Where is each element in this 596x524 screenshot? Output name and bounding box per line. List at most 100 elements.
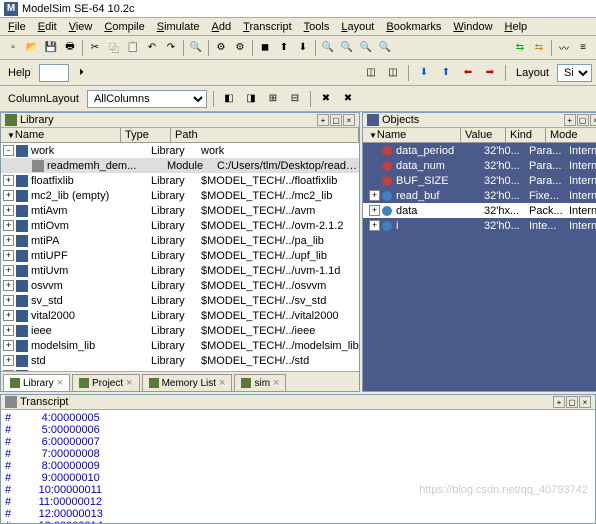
col-btn4-icon[interactable]: ⊟ bbox=[286, 90, 304, 108]
columnlayout-select[interactable]: AllColumns bbox=[87, 90, 207, 108]
tree-toggle-icon[interactable]: + bbox=[369, 190, 380, 201]
tree-toggle-icon[interactable]: + bbox=[3, 265, 14, 276]
cut-icon[interactable]: ✂ bbox=[86, 39, 104, 57]
zoom4-icon[interactable]: 🔍 bbox=[376, 39, 394, 57]
undo-icon[interactable]: ↶ bbox=[143, 39, 161, 57]
menu-view[interactable]: View bbox=[63, 20, 99, 34]
wave-icon[interactable]: 〰 bbox=[555, 39, 573, 57]
menu-help[interactable]: Help bbox=[499, 20, 534, 34]
library-row[interactable]: +sv_stdLibrary$MODEL_TECH/../sv_std bbox=[1, 293, 359, 308]
zoom2-icon[interactable]: 🔍 bbox=[338, 39, 356, 57]
library-row[interactable]: +ieeeLibrary$MODEL_TECH/../ieee bbox=[1, 323, 359, 338]
new-icon[interactable]: ▫ bbox=[4, 39, 22, 57]
trans-dock-icon[interactable]: + bbox=[553, 396, 565, 408]
tree-toggle-icon[interactable]: + bbox=[3, 280, 14, 291]
library-row[interactable]: +osvvmLibrary$MODEL_TECH/../osvvm bbox=[1, 278, 359, 293]
tree-toggle-icon[interactable]: + bbox=[3, 250, 14, 261]
objects-col-kind[interactable]: Kind bbox=[506, 128, 546, 142]
obj-close-icon[interactable]: × bbox=[590, 114, 596, 126]
zoom3-icon[interactable]: 🔍 bbox=[357, 39, 375, 57]
library-row[interactable]: -workLibrarywork bbox=[1, 143, 359, 158]
object-row[interactable]: data_num32'h0...Para...Internal bbox=[363, 158, 596, 173]
help-go-icon[interactable]: 🞂 bbox=[73, 64, 91, 82]
objects-col-value[interactable]: Value bbox=[461, 128, 506, 142]
object-row[interactable]: +read_buf32'h0...Fixe...Internal bbox=[363, 188, 596, 203]
library-row[interactable]: +stdLibrary$MODEL_TECH/../std bbox=[1, 353, 359, 368]
pane-max-icon[interactable]: ▢ bbox=[330, 114, 342, 126]
layout-select[interactable]: Simu bbox=[557, 64, 592, 82]
find-icon[interactable]: 🔍 bbox=[187, 39, 205, 57]
menu-edit[interactable]: Edit bbox=[32, 20, 63, 34]
objects-body[interactable]: data_period32'h0...Para...Internaldata_n… bbox=[363, 143, 596, 391]
library-body[interactable]: -workLibraryworkreadmemh_dem...ModuleC:/… bbox=[1, 143, 359, 371]
pane-dock-icon[interactable]: + bbox=[317, 114, 329, 126]
step-up-icon[interactable]: ⬆ bbox=[437, 64, 455, 82]
menu-transcript[interactable]: Transcript bbox=[237, 20, 298, 34]
library-row[interactable]: +mtiUPFLibrary$MODEL_TECH/../upf_lib bbox=[1, 248, 359, 263]
compile-icon[interactable]: ⚙ bbox=[212, 39, 230, 57]
col-btn2-icon[interactable]: ◨ bbox=[242, 90, 260, 108]
library-row[interactable]: +modelsim_libLibrary$MODEL_TECH/../model… bbox=[1, 338, 359, 353]
tree-toggle-icon[interactable]: + bbox=[369, 205, 380, 216]
transcript-body[interactable]: # 4:00000005# 5:00000006# 6:00000007# 7:… bbox=[1, 410, 595, 523]
tab-memory-list[interactable]: Memory List × bbox=[142, 374, 233, 391]
up-icon[interactable]: ⬆ bbox=[275, 39, 293, 57]
col-btn1-icon[interactable]: ◧ bbox=[220, 90, 238, 108]
down-icon[interactable]: ⬇ bbox=[294, 39, 312, 57]
menu-simulate[interactable]: Simulate bbox=[151, 20, 206, 34]
trans-close-icon[interactable]: × bbox=[579, 396, 591, 408]
objects-col-mode[interactable]: Mode bbox=[546, 128, 596, 142]
library-row[interactable]: +mtiOvmLibrary$MODEL_TECH/../ovm-2.1.2 bbox=[1, 218, 359, 233]
nav2-icon[interactable]: ⇆ bbox=[530, 39, 548, 57]
object-row[interactable]: +data32'hx...Pack...Internal bbox=[363, 203, 596, 218]
library-row[interactable]: +floatfixlibLibrary$MODEL_TECH/../floatf… bbox=[1, 173, 359, 188]
tree-toggle-icon[interactable]: + bbox=[3, 175, 14, 186]
menu-layout[interactable]: Layout bbox=[335, 20, 380, 34]
tree-toggle-icon[interactable]: + bbox=[3, 310, 14, 321]
col-btn5-icon[interactable]: ✖ bbox=[317, 90, 335, 108]
menu-tools[interactable]: Tools bbox=[298, 20, 336, 34]
step-down-icon[interactable]: ⬇ bbox=[415, 64, 433, 82]
objects-col-name[interactable]: ▼Name bbox=[363, 128, 461, 142]
tree-toggle-icon[interactable]: + bbox=[3, 355, 14, 366]
tree-toggle-icon[interactable]: + bbox=[3, 205, 14, 216]
library-row[interactable]: readmemh_dem...ModuleC:/Users/tlm/Deskto… bbox=[1, 158, 359, 173]
tab-project[interactable]: Project × bbox=[72, 374, 140, 391]
object-row[interactable]: +i32'h0...Inte...Internal bbox=[363, 218, 596, 233]
library-row[interactable]: +mtiAvmLibrary$MODEL_TECH/../avm bbox=[1, 203, 359, 218]
copy-icon[interactable]: ⿻ bbox=[105, 39, 123, 57]
menu-add[interactable]: Add bbox=[206, 20, 238, 34]
filter1-icon[interactable]: ◫ bbox=[362, 64, 380, 82]
menu-file[interactable]: File bbox=[2, 20, 32, 34]
redo-icon[interactable]: ↷ bbox=[162, 39, 180, 57]
tree-toggle-icon[interactable]: + bbox=[3, 295, 14, 306]
obj-dock-icon[interactable]: + bbox=[564, 114, 576, 126]
tree-toggle-icon[interactable]: + bbox=[3, 340, 14, 351]
tree-toggle-icon[interactable]: + bbox=[3, 220, 14, 231]
menu-compile[interactable]: Compile bbox=[98, 20, 150, 34]
tree-toggle-icon[interactable]: - bbox=[3, 145, 14, 156]
library-row[interactable]: +mc2_lib (empty)Library$MODEL_TECH/../mc… bbox=[1, 188, 359, 203]
print-icon[interactable]: 🖶 bbox=[61, 39, 79, 57]
obj-max-icon[interactable]: ▢ bbox=[577, 114, 589, 126]
library-row[interactable]: +mtiUvmLibrary$MODEL_TECH/../uvm-1.1d bbox=[1, 263, 359, 278]
paste-icon[interactable]: 📋 bbox=[124, 39, 142, 57]
step-right-icon[interactable]: ➡ bbox=[481, 64, 499, 82]
pane-close-icon[interactable]: × bbox=[343, 114, 355, 126]
compile-all-icon[interactable]: ⚙ bbox=[231, 39, 249, 57]
tab-sim[interactable]: sim × bbox=[234, 374, 286, 391]
help-input[interactable] bbox=[39, 64, 69, 82]
nav1-icon[interactable]: ⇆ bbox=[511, 39, 529, 57]
stop-icon[interactable]: ◼ bbox=[256, 39, 274, 57]
trans-max-icon[interactable]: ▢ bbox=[566, 396, 578, 408]
object-row[interactable]: data_period32'h0...Para...Internal bbox=[363, 143, 596, 158]
col-btn6-icon[interactable]: ✖ bbox=[339, 90, 357, 108]
list-icon[interactable]: ≡ bbox=[574, 39, 592, 57]
step-left-icon[interactable]: ⬅ bbox=[459, 64, 477, 82]
save-icon[interactable]: 💾 bbox=[42, 39, 60, 57]
object-row[interactable]: BUF_SIZE32'h0...Para...Internal bbox=[363, 173, 596, 188]
filter2-icon[interactable]: ◫ bbox=[384, 64, 402, 82]
tab-library[interactable]: Library × bbox=[3, 374, 70, 391]
library-row[interactable]: +vital2000Library$MODEL_TECH/../vital200… bbox=[1, 308, 359, 323]
tree-toggle-icon[interactable]: + bbox=[3, 190, 14, 201]
